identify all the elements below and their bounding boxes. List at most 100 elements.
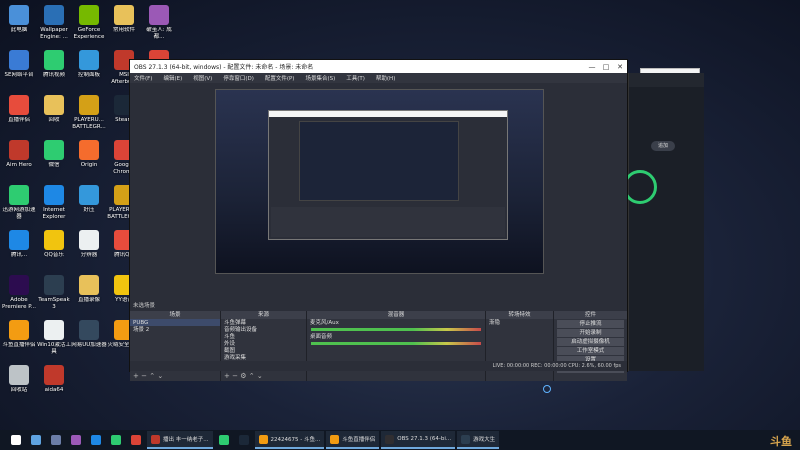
add-icon[interactable]: + (133, 372, 139, 380)
desktop-icon[interactable]: Internet Explorer (36, 184, 72, 226)
menu-tools[interactable]: 工具(T) (346, 74, 365, 82)
menu-profile[interactable]: 配置文件(P) (265, 74, 295, 82)
desktop-icon[interactable]: Origin (71, 139, 107, 181)
desktop-icon[interactable]: QQ音乐 (36, 229, 72, 271)
source-item[interactable]: 截图 (221, 347, 306, 354)
pinned-app-icon[interactable] (218, 435, 229, 445)
wallpaper-engine-icon (44, 5, 64, 25)
desktop-icon[interactable]: 回收 (36, 94, 72, 136)
desktop-icon[interactable]: 微信 (36, 139, 72, 181)
move-down-icon[interactable]: ⌄ (157, 372, 163, 380)
desktop-icon[interactable]: 回收站 (1, 364, 37, 406)
source-item[interactable]: 游戏采集 (221, 354, 306, 361)
desktop-icon[interactable]: PLAYERU... BATTLEGR... (71, 94, 107, 136)
search-icon[interactable] (31, 435, 41, 445)
mouse-cursor-icon (543, 385, 551, 393)
desktop-icon-label: GeForce Experience (73, 27, 105, 40)
taskbar-app[interactable]: 游戏大生 (457, 431, 500, 449)
desktop-icon[interactable]: 直播录像 (71, 274, 107, 316)
scenes-dock-title: 场景 (130, 311, 220, 319)
desktop-icon[interactable]: aida64 (36, 364, 72, 406)
streaming-app-side-panel[interactable]: 追加 (623, 73, 704, 371)
desktop-icon[interactable]: 斗鱼直播伴侣 (1, 319, 37, 361)
minimize-button[interactable]: — (585, 63, 599, 71)
chrome-taskbar-icon[interactable] (131, 435, 141, 445)
desktop-icon[interactable]: 网易UU加速器 (71, 319, 107, 361)
desktop-icon-label: Origin (80, 162, 98, 168)
menu-file[interactable]: 文件(F) (134, 74, 152, 82)
obs-titlebar[interactable]: OBS 27.1.3 (64-bit, windows) - 配置文件: 未命名… (130, 60, 627, 73)
desktop-icon[interactable]: 控制面板 (71, 49, 107, 91)
desktop-icon[interactable]: 腾讯视频 (36, 49, 72, 91)
stop-streaming-button[interactable]: 停止推流 (557, 320, 624, 328)
volume-meter[interactable] (311, 328, 481, 331)
menu-scene-collection[interactable]: 场景集合(S) (305, 74, 335, 82)
wechat-taskbar-icon[interactable] (111, 435, 121, 445)
preview-canvas[interactable] (215, 89, 544, 274)
desktop-icon[interactable]: 分辨器 (71, 229, 107, 271)
desktop-icon[interactable]: 好压 (71, 184, 107, 226)
sources-dock-title: 来源 (221, 311, 306, 319)
remove-icon[interactable]: − (141, 372, 147, 380)
controls-dock-title: 控件 (554, 311, 627, 319)
obs-window[interactable]: OBS 27.1.3 (64-bit, windows) - 配置文件: 未命名… (129, 59, 628, 381)
source-item[interactable]: 斗鱼弹幕 (221, 319, 306, 326)
taskbar-app[interactable]: 22424675 - 斗鱼... (254, 431, 325, 449)
wechat-icon (44, 140, 64, 160)
maximize-button[interactable]: □ (599, 63, 613, 71)
desktop-icon[interactable]: Aim Hero (1, 139, 37, 181)
premiere-taskbar-icon[interactable] (71, 435, 81, 445)
transition-select[interactable]: 渐隐 (486, 319, 553, 326)
scene-item[interactable]: 场景 2 (130, 326, 220, 333)
volume-meter[interactable] (311, 342, 481, 345)
desktop-icon[interactable]: 此电脑 (1, 4, 37, 46)
source-item[interactable]: 外设 (221, 340, 306, 347)
taskbar-app[interactable]: 斗鱼直播伴侣 (326, 431, 380, 449)
move-up-icon[interactable]: ⌃ (249, 372, 255, 380)
start-recording-button[interactable]: 开始录制 (557, 329, 624, 337)
desktop-icon-label: 回收 (48, 117, 60, 123)
desktop-icon[interactable]: Adobe Premiere P... (1, 274, 37, 316)
menu-docks[interactable]: 停靠窗口(D) (223, 74, 254, 82)
teamspeak-icon (44, 275, 64, 295)
desktop-icon[interactable]: SE网络平台 (1, 49, 37, 91)
menu-view[interactable]: 视图(V) (193, 74, 212, 82)
desktop-icon[interactable]: TeamSpeak 3 (36, 274, 72, 316)
desktop-icon[interactable]: 迅游网游加速器 (1, 184, 37, 226)
start-icon[interactable] (11, 435, 21, 445)
desktop-icon[interactable]: Wallpaper Engine: ... (36, 4, 72, 46)
menu-edit[interactable]: 编辑(E) (163, 74, 182, 82)
follow-button[interactable]: 追加 (651, 141, 675, 151)
app-icon (258, 434, 268, 444)
edge-icon[interactable] (91, 435, 101, 445)
source-item[interactable]: 斗鱼 (221, 333, 306, 340)
desktop-icon[interactable]: 腾讯... (1, 229, 37, 271)
move-down-icon[interactable]: ⌄ (257, 372, 263, 380)
close-button[interactable]: ✕ (613, 63, 627, 71)
move-up-icon[interactable]: ⌃ (149, 372, 155, 380)
taskbar: 播出 丰一纳老子... 22424675 - 斗鱼... 斗鱼直播伴侣 OBS … (0, 430, 800, 450)
gear-icon[interactable]: ⚙ (240, 372, 246, 380)
desktop-icon[interactable]: 破茧人: 成都... (141, 4, 177, 46)
desktop-icon[interactable]: Win10激活工具 (36, 319, 72, 361)
ie-icon (44, 185, 64, 205)
desktop-icon[interactable]: 常用软件 (106, 4, 142, 46)
document-icon (79, 230, 99, 250)
scene-item[interactable]: PUBG (130, 319, 220, 326)
menu-help[interactable]: 帮助(H) (376, 74, 395, 82)
virtual-camera-button[interactable]: 启动虚拟摄像机 (557, 338, 624, 346)
remove-icon[interactable]: − (232, 372, 238, 380)
desktop-icon-label: 直播录像 (77, 297, 100, 303)
taskbar-app[interactable]: 播出 丰一纳老子... (147, 431, 213, 449)
task-view-icon[interactable] (51, 435, 61, 445)
window-title: OBS 27.1.3 (64-bit, windows) - 配置文件: 未命名… (134, 64, 314, 71)
source-item[interactable]: 音频输出设备 (221, 326, 306, 333)
desktop-icon[interactable]: GeForce Experience (71, 4, 107, 46)
taskbar-app-label: 22424675 - 斗鱼... (270, 437, 321, 443)
studio-mode-button[interactable]: 工作室模式 (557, 347, 624, 355)
taskbar-app[interactable]: OBS 27.1.3 (64-bi... (381, 431, 456, 449)
taskbar-app-label: 播出 丰一纳老子... (163, 437, 209, 443)
steam-taskbar-icon[interactable] (238, 435, 249, 445)
add-icon[interactable]: + (224, 372, 230, 380)
desktop-icon[interactable]: 直播伴侣 (1, 94, 37, 136)
